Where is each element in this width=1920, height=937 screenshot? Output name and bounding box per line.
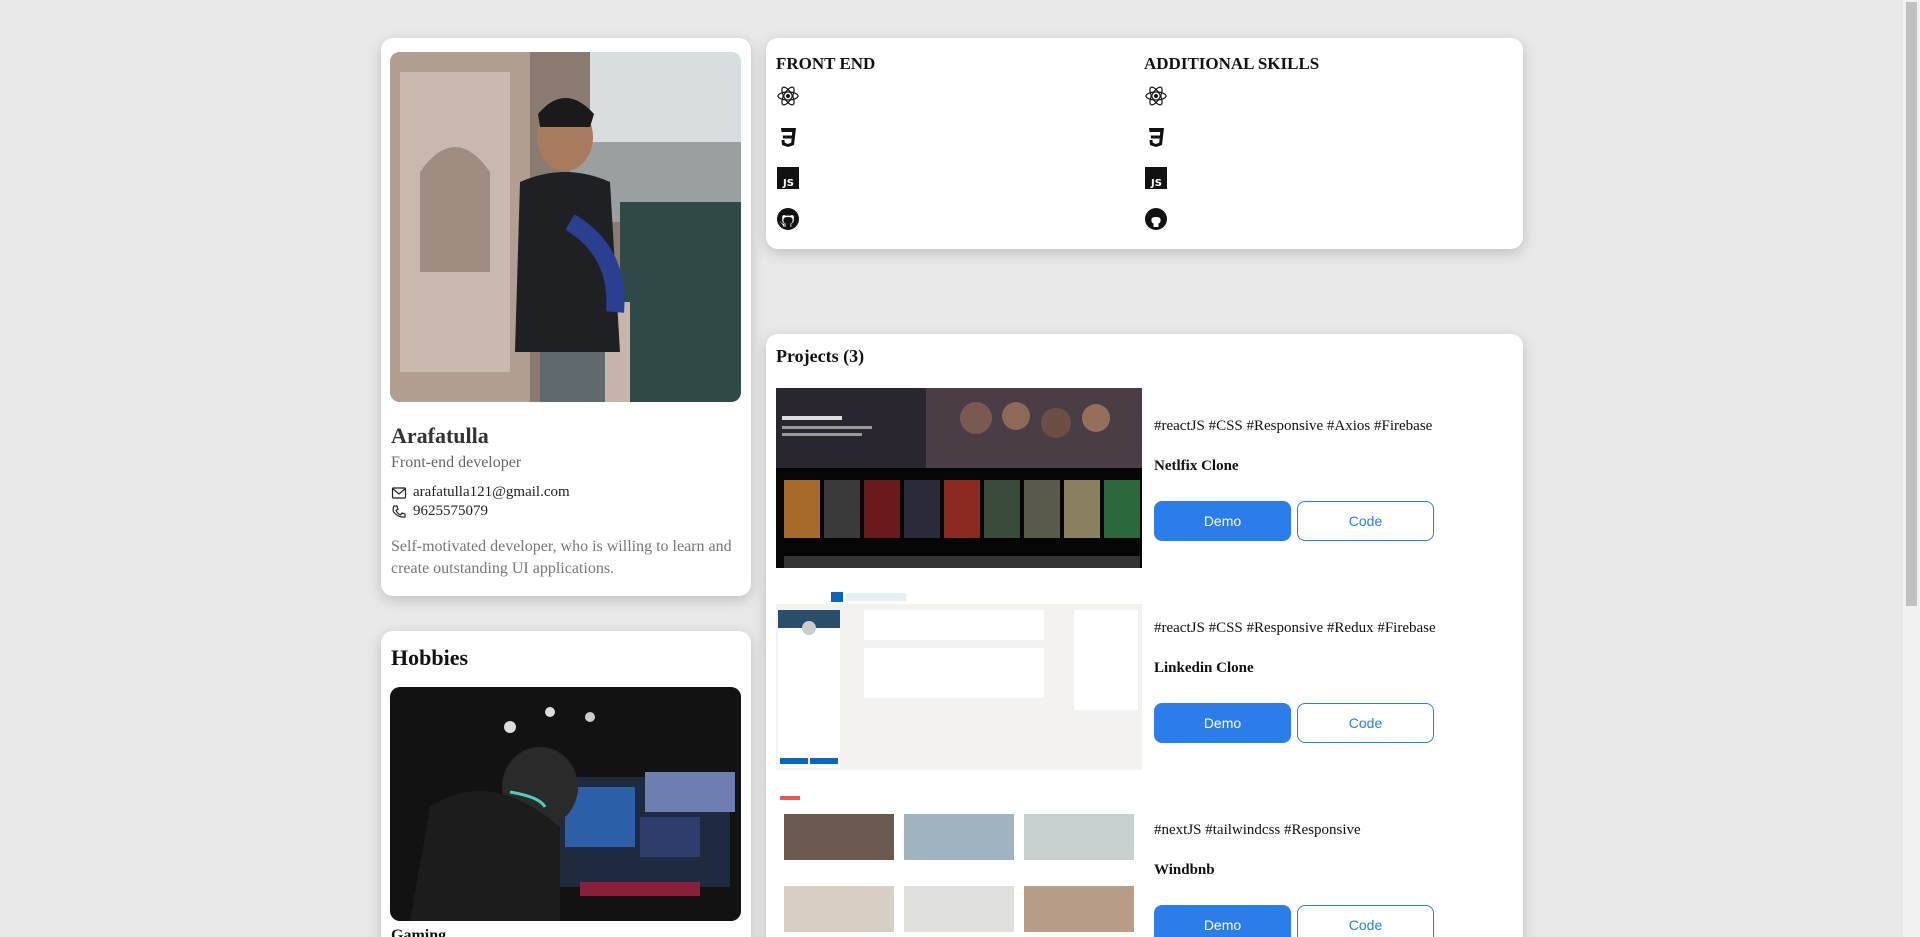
- demo-button[interactable]: Demo: [1154, 501, 1291, 541]
- profile-role: Front-end developer: [391, 454, 522, 471]
- phone-row[interactable]: 9625575079: [391, 503, 488, 520]
- svg-text:JS: JS: [1150, 178, 1162, 189]
- windbnb-thumbnail: [776, 792, 1142, 937]
- code-button[interactable]: Code: [1297, 501, 1434, 541]
- phone-icon: [392, 504, 406, 518]
- project-name: Netlfix Clone: [1154, 458, 1239, 474]
- profile-card: Arafatulla Front-end developer arafatull…: [381, 38, 751, 596]
- additional-skills-title: ADDITIONAL SKILLS: [1144, 54, 1320, 73]
- github-icon: [1144, 207, 1168, 231]
- javascript-icon: JS: [1144, 166, 1168, 190]
- hobbies-title: Hobbies: [391, 645, 469, 670]
- projects-title: Projects (3): [776, 346, 865, 366]
- phone-text[interactable]: 9625575079: [413, 503, 488, 520]
- front-end-title: FRONT END: [776, 54, 876, 73]
- css3-icon: [1144, 125, 1168, 149]
- skills-card: FRONT END JS ADDITIONAL SKILLS JS: [766, 38, 1523, 249]
- projects-card: Projects (3) #reactJS #CSS #Responsive #…: [766, 334, 1523, 937]
- hobbies-card: Hobbies Gaming: [381, 631, 751, 937]
- profile-bio: Self-motivated developer, who is willing…: [391, 538, 732, 577]
- hobby-caption: Gaming: [391, 927, 447, 937]
- page-scrollbar[interactable]: [1903, 0, 1920, 937]
- front-end-column: FRONT END JS: [776, 54, 875, 248]
- react-icon: [1144, 84, 1168, 108]
- profile-name: Arafatulla: [391, 423, 489, 448]
- project-name: Linkedin Clone: [1154, 660, 1254, 676]
- email-row[interactable]: arafatulla121@gmail.com: [391, 484, 570, 501]
- email-text[interactable]: arafatulla121@gmail.com: [413, 484, 570, 501]
- hobby-photo: [390, 687, 741, 921]
- project-tags: #nextJS #tailwindcss #Responsive: [1154, 822, 1361, 838]
- project-item: #reactJS #CSS #Responsive #Axios #Fireba…: [776, 388, 1516, 570]
- additional-skills-column: ADDITIONAL SKILLS JS: [1144, 54, 1319, 248]
- project-name: Windbnb: [1154, 862, 1215, 878]
- mail-icon: [391, 486, 407, 499]
- scrollbar-thumb[interactable]: [1906, 2, 1917, 606]
- react-icon: [776, 84, 800, 108]
- project-tags: #reactJS #CSS #Responsive #Axios #Fireba…: [1154, 418, 1433, 434]
- github-icon: [776, 207, 800, 231]
- demo-button[interactable]: Demo: [1154, 905, 1291, 937]
- code-button[interactable]: Code: [1297, 905, 1434, 937]
- project-tags: #reactJS #CSS #Responsive #Redux #Fireba…: [1154, 620, 1436, 636]
- svg-text:JS: JS: [782, 178, 794, 189]
- code-button[interactable]: Code: [1297, 703, 1434, 743]
- project-item: #reactJS #CSS #Responsive #Redux #Fireba…: [776, 590, 1516, 772]
- demo-button[interactable]: Demo: [1154, 703, 1291, 743]
- netflix-clone-thumbnail: [776, 388, 1142, 568]
- project-item: #nextJS #tailwindcss #Responsive Windbnb…: [776, 792, 1516, 937]
- linkedin-clone-thumbnail: [776, 590, 1142, 770]
- javascript-icon: JS: [776, 166, 800, 190]
- profile-photo: [390, 52, 741, 402]
- css3-icon: [776, 125, 800, 149]
